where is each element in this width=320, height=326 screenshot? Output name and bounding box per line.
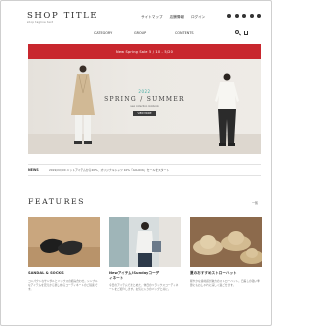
feature-card-desc: コンパクトなサンダルとソックスの組み合わせ。シンプルなアイテムを足元から楽しめる… (28, 279, 98, 292)
top-links: サイトマップ 店舗情報 ログイン (141, 15, 205, 20)
instagram-icon[interactable] (227, 14, 231, 18)
feature-image-sandals (28, 217, 100, 267)
page-frame: SHOP TITLE shop tagline text サイトマップ 店舗情報… (0, 0, 272, 326)
top-link-store-info[interactable]: 店舗情報 (170, 15, 184, 20)
social-links (227, 14, 261, 18)
hero-view-more-button[interactable]: VIEW MORE (133, 111, 156, 116)
top-link-login[interactable]: ログイン (191, 15, 205, 20)
nav-contents[interactable]: CONTENTS (175, 31, 194, 35)
model-white-shirt-image (215, 73, 239, 146)
feature-image-straw-hats (190, 217, 262, 267)
feature-card-sandal[interactable]: SANDAL & SOCKS コンパクトなサンダルとソックスの組み合わせ。シンプ… (28, 217, 100, 291)
nav-group[interactable]: GROUP (134, 31, 146, 35)
nav-category[interactable]: CATEGORY (94, 31, 112, 35)
news-text[interactable]: 2019/XX/XX ニットアイテムから20%、オリジナルシャツ 10%「ACL… (49, 168, 169, 172)
news-label: NEWS (28, 168, 39, 172)
pinterest-icon[interactable] (257, 14, 261, 18)
feature-card-title-line2: ィネート (109, 276, 124, 280)
feature-card-sunday[interactable]: Newアイテム!Sundayコーデ ィネート 今日のアイテムでまとめた、休日のリ… (109, 217, 181, 291)
feature-card-desc: 今日のアイテムでまとめた、休日のリラックスコーディネートをご紹介します。お気に入… (109, 283, 179, 292)
twitter-icon[interactable] (242, 14, 246, 18)
search-icon[interactable] (235, 30, 239, 34)
feature-card-straw-hat[interactable]: 夏のおすすめストローハット 軽やかな素材感が魅力のストローハット。日差しの強い季… (190, 217, 262, 287)
shop-tagline: shop tagline text (27, 21, 54, 24)
cart-icon[interactable] (244, 31, 248, 35)
hero-slider[interactable]: 2022 SPRING / SUMMER new collection look… (28, 59, 261, 154)
feature-image-outfit (109, 217, 181, 267)
shop-logo[interactable]: SHOP TITLE (27, 11, 98, 21)
facebook-icon[interactable] (234, 14, 239, 18)
feature-card-title: 夏のおすすめストローハット (190, 271, 237, 275)
banner-text: New Spring Sale 5 / 10 - 5/20 (116, 49, 173, 54)
nav-icons (235, 30, 248, 35)
announcement-banner[interactable]: New Spring Sale 5 / 10 - 5/20 (28, 44, 261, 59)
features-more-link[interactable]: 一覧 (252, 201, 258, 205)
site-header: SHOP TITLE shop tagline text サイトマップ 店舗情報… (1, 1, 271, 27)
main-nav: CATEGORY GROUP CONTENTS (1, 30, 271, 39)
feature-card-desc: 軽やかな素材感が魅力のストローハット。日差しの強い季節にもおしゃれに涼しく過ごせ… (190, 279, 260, 288)
features-heading: FEATURES (28, 197, 85, 206)
feature-card-title: SANDAL & SOCKS (28, 271, 64, 275)
youtube-icon[interactable] (249, 14, 254, 18)
top-link-sitemap[interactable]: サイトマップ (141, 15, 163, 20)
